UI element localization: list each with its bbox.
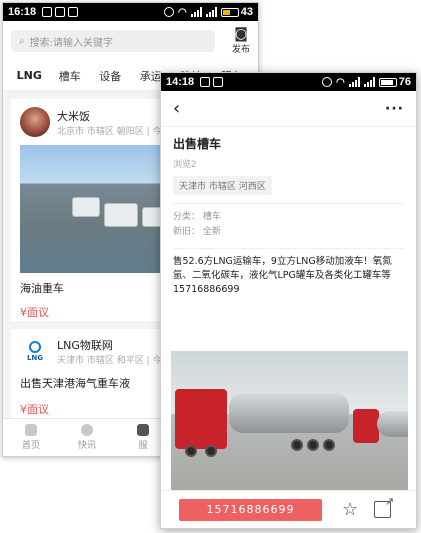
notification-icons xyxy=(42,7,79,17)
tab-tanker[interactable]: 槽车 xyxy=(50,68,91,84)
compass-icon xyxy=(81,424,93,436)
user-name: 大米饭 xyxy=(57,109,90,123)
camera-icon: ◙ xyxy=(234,26,248,42)
share-icon[interactable] xyxy=(374,495,394,518)
notification-icons xyxy=(200,77,224,87)
nav-home[interactable]: 首页 xyxy=(3,419,59,456)
status-right: ◠ 76 xyxy=(322,76,411,88)
action-bar: 15716886699 ☆ xyxy=(161,490,416,528)
wifi-icon: ◠ xyxy=(178,6,187,18)
category-field: 分类： 槽车 xyxy=(173,212,221,222)
search-placeholder: 搜索:请输入关键字 xyxy=(29,37,113,49)
status-right: ◠ 43 xyxy=(164,6,253,18)
signal-icon-2 xyxy=(363,77,375,87)
user-location: 天津市 市辖区 和平区 | 今天 xyxy=(57,356,171,366)
view-count: 浏览2 xyxy=(173,160,197,170)
truck-photo xyxy=(171,351,408,491)
battery-level: 43 xyxy=(240,6,253,18)
publish-label: 发布 xyxy=(231,45,250,55)
status-bar: 16:18 ◠ 43 xyxy=(3,3,258,21)
signal-icon-2 xyxy=(205,7,217,17)
nav-news[interactable]: 快讯 xyxy=(59,419,115,456)
alarm-icon xyxy=(322,77,333,87)
detail-header: ‹ ··· xyxy=(161,91,416,127)
signal-icon xyxy=(348,77,360,87)
lng-logo: LNG xyxy=(20,340,50,364)
user-name: LNG物联网 xyxy=(57,339,113,352)
nav-service-label: 服 xyxy=(138,441,148,451)
status-time: 16:18 xyxy=(8,6,37,18)
search-input[interactable]: ⌕ 搜索:请输入关键字 xyxy=(11,30,215,52)
service-icon xyxy=(137,424,149,436)
search-icon: ⌕ xyxy=(19,35,25,47)
battery-icon: 76 xyxy=(378,76,411,88)
divider xyxy=(173,203,404,204)
tab-equipment[interactable]: 设备 xyxy=(90,68,131,84)
tab-lng[interactable]: LNG xyxy=(9,69,50,82)
home-icon xyxy=(25,424,37,436)
signal-icon xyxy=(190,7,202,17)
condition-field: 新旧： 全新 xyxy=(173,227,221,237)
search-row: ⌕ 搜索:请输入关键字 ◙ 发布 xyxy=(3,21,258,61)
nav-home-label: 首页 xyxy=(21,441,40,451)
more-icon[interactable]: ··· xyxy=(385,101,404,117)
user-location: 北京市 市辖区 朝阳区 | 今天 xyxy=(57,126,171,137)
battery-icon: 43 xyxy=(220,6,253,18)
call-button[interactable]: 15716886699 xyxy=(179,498,322,521)
publish-button[interactable]: ◙ 发布 xyxy=(232,26,250,55)
battery-level: 76 xyxy=(398,76,411,88)
divider xyxy=(173,248,404,249)
detail-title: 出售槽车 xyxy=(173,137,222,151)
detail-description: 售52.6方LNG运输车，9立方LNG移动加液车！氧氮氩、二氧化碳车，液化气LP… xyxy=(173,256,392,295)
detail-body: 出售槽车 浏览2 天津市 市辖区 河西区 分类： 槽车 新旧： 全新 售52.6… xyxy=(161,127,416,297)
status-bar: 14:18 ◠ 76 xyxy=(161,73,416,91)
favorite-star-icon[interactable]: ☆ xyxy=(342,499,358,520)
avatar xyxy=(20,107,50,137)
wifi-icon: ◠ xyxy=(336,76,345,88)
location-tag: 天津市 市辖区 河西区 xyxy=(173,176,272,195)
listing-photo xyxy=(20,145,180,273)
nav-news-label: 快讯 xyxy=(77,441,96,451)
status-time: 14:18 xyxy=(166,76,195,88)
alarm-icon xyxy=(164,7,175,17)
detail-screen: 14:18 ◠ 76 ‹ ··· 出售槽车 浏览2 天津市 市辖区 河西区 分类… xyxy=(160,72,417,529)
back-arrow-icon[interactable]: ‹ xyxy=(173,98,180,119)
